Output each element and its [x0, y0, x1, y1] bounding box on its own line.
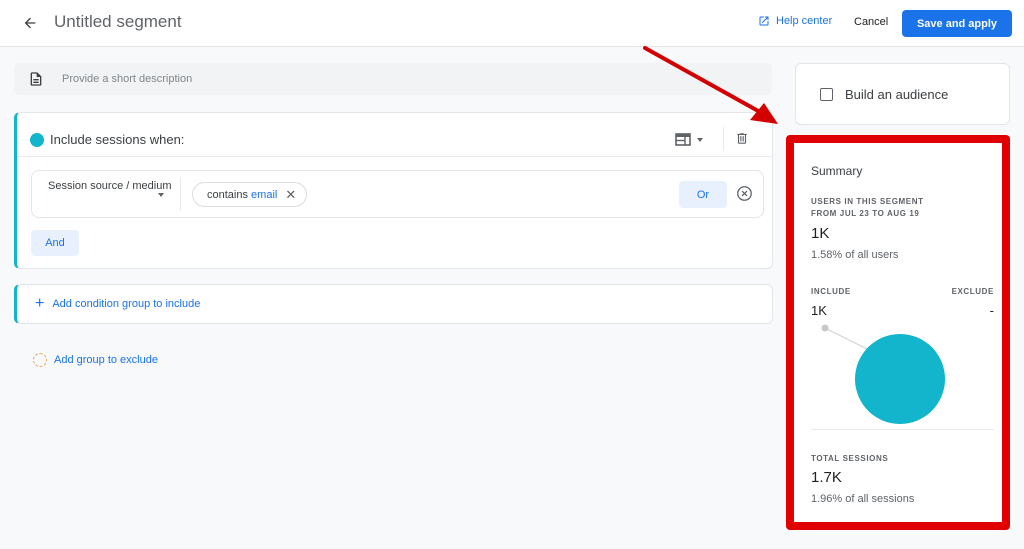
- build-audience-card[interactable]: Build an audience: [795, 63, 1010, 125]
- and-button[interactable]: And: [31, 230, 79, 256]
- sessions-label: TOTAL SESSIONS: [811, 454, 889, 463]
- include-exclude-chart: [821, 324, 945, 424]
- include-label: INCLUDE: [811, 287, 851, 296]
- include-dot-icon: [30, 133, 44, 147]
- dashed-circle-icon: [33, 353, 47, 367]
- add-exclude-label: Add group to exclude: [54, 354, 158, 366]
- include-circle: [855, 334, 945, 424]
- layout-icon: [675, 133, 691, 146]
- scope-selector[interactable]: [675, 133, 703, 146]
- summary-title: Summary: [811, 164, 863, 178]
- chevron-down-icon: [158, 193, 164, 197]
- condition-chip[interactable]: contains email ✕: [192, 182, 308, 207]
- condition-value: email: [251, 188, 278, 201]
- users-segment-label: USERS IN THIS SEGMENT FROM JUL 23 TO AUG…: [811, 196, 924, 220]
- save-and-apply-button[interactable]: Save and apply: [902, 10, 1012, 37]
- sessions-percent: 1.96% of all sessions: [811, 493, 915, 505]
- group-header: Include sessions when:: [17, 113, 772, 157]
- users-percent: 1.58% of all users: [811, 249, 899, 261]
- help-center-label: Help center: [776, 15, 833, 27]
- divider: [723, 127, 724, 151]
- document-icon: [30, 72, 42, 86]
- close-icon[interactable]: ✕: [285, 187, 296, 203]
- divider: [811, 429, 994, 430]
- back-button[interactable]: [18, 11, 42, 35]
- open-in-new-icon: [759, 16, 769, 26]
- add-exclude-group-button[interactable]: Add group to exclude: [33, 353, 158, 367]
- build-audience-checkbox[interactable]: [820, 87, 833, 101]
- top-bar: Untitled segment Help center Cancel Save…: [0, 0, 1024, 47]
- summary-panel: Summary USERS IN THIS SEGMENT FROM JUL 2…: [786, 135, 1010, 530]
- description-field[interactable]: Provide a short description: [14, 63, 772, 95]
- help-center-link[interactable]: Help center: [758, 15, 832, 27]
- dimension-select[interactable]: Session source / medium: [48, 179, 178, 194]
- add-condition-group-button[interactable]: + Add condition group to include: [14, 284, 773, 324]
- exclude-label: EXCLUDE: [951, 287, 994, 296]
- cancel-button[interactable]: Cancel: [854, 16, 888, 28]
- users-label-line1: USERS IN THIS SEGMENT: [811, 197, 924, 206]
- users-label-line2: FROM JUL 23 TO AUG 19: [811, 209, 920, 218]
- trash-icon: [737, 133, 747, 144]
- or-button[interactable]: Or: [679, 181, 727, 208]
- page-title: Untitled segment: [54, 12, 182, 31]
- chart-leader-line: [824, 327, 870, 351]
- include-condition-group: Include sessions when: Session source / …: [14, 112, 773, 269]
- add-condition-group-label: Add condition group to include: [52, 298, 201, 310]
- delete-group-button[interactable]: [735, 131, 749, 151]
- group-title: Include sessions when:: [50, 132, 185, 147]
- build-audience-label: Build an audience: [845, 86, 949, 102]
- remove-condition-button[interactable]: [736, 185, 753, 207]
- plus-icon: +: [35, 295, 45, 312]
- sessions-value: 1.7K: [811, 469, 842, 486]
- chevron-down-icon: [697, 137, 703, 142]
- condition-row: Session source / medium contains email ✕…: [31, 170, 764, 218]
- users-value: 1K: [811, 225, 830, 242]
- divider: [180, 177, 181, 211]
- arrow-left-icon: [24, 17, 36, 29]
- cancel-circle-icon: [737, 186, 752, 201]
- description-placeholder: Provide a short description: [62, 73, 193, 85]
- condition-operator: contains: [207, 188, 248, 201]
- exclude-point: [821, 324, 829, 332]
